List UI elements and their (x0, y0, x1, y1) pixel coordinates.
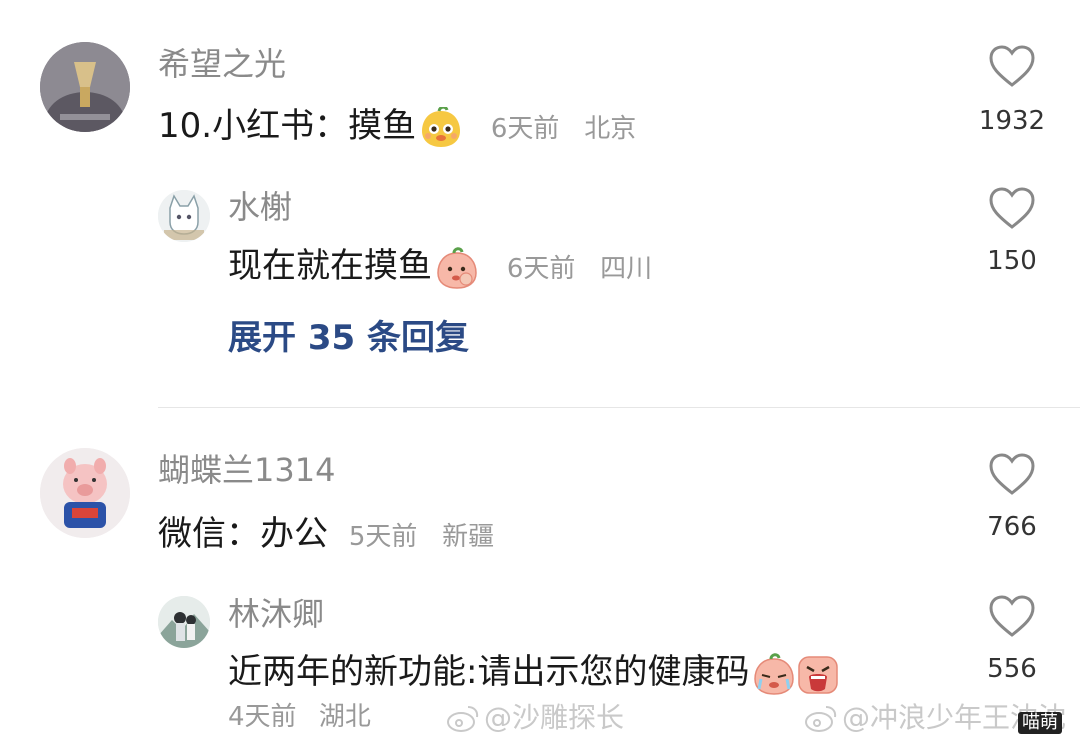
comment-username[interactable]: 希望之光 (158, 44, 286, 84)
divider (158, 407, 1080, 408)
reply-text-body: 近两年的新功能:请出示您的健康码 (228, 652, 750, 692)
reply-text-body: 现在就在摸鱼 (228, 246, 432, 286)
comment-text-body: 微信：办公 (158, 514, 328, 554)
site-watermark: 喵萌 (1018, 712, 1062, 734)
reply-text: 近两年的新功能:请出示您的健康码 (228, 650, 839, 695)
comment-text-body: 10.小红书：摸鱼 (158, 106, 417, 146)
reply-location: 四川 (600, 254, 653, 284)
like-button[interactable]: 766 (962, 452, 1062, 552)
weibo-logo-icon (804, 702, 838, 736)
reply-text: 现在就在摸鱼 6天前 四川 (228, 244, 652, 289)
reply-avatar[interactable] (158, 596, 210, 648)
comment-text: 微信：办公 5天前 新疆 (158, 512, 494, 556)
reply-like-button[interactable]: 556 (962, 594, 1062, 694)
heart-icon (989, 595, 1035, 637)
watermark: @沙雕探长 (446, 700, 624, 736)
heart-icon (989, 187, 1035, 229)
comment-time: 5天前 (348, 522, 418, 552)
reply-location: 湖北 (318, 702, 371, 732)
reply-time: 4天前 (228, 702, 297, 732)
reply-username[interactable]: 水榭 (228, 187, 292, 227)
peach-thinking-emoji-icon (436, 246, 478, 289)
expand-replies-link[interactable]: 展开 35 条回复 (228, 316, 469, 360)
reply-like-count: 150 (987, 246, 1037, 276)
yellow-face-emoji-icon (420, 105, 462, 149)
heart-icon (989, 453, 1035, 495)
reply-meta: 4天前 湖北 (228, 700, 371, 734)
comment-location: 新疆 (442, 522, 495, 552)
peach-shouting-emoji-icon (797, 653, 839, 695)
peach-crying-emoji-icon (753, 652, 795, 695)
like-button[interactable]: 1932 (962, 44, 1062, 144)
reply-time: 6天前 (506, 254, 576, 284)
avatar[interactable] (40, 448, 130, 538)
like-count: 766 (987, 512, 1037, 542)
comment-location: 北京 (584, 114, 637, 144)
comment-time: 6天前 (490, 114, 560, 144)
watermark-text: @沙雕探长 (484, 701, 625, 734)
reply-like-count: 556 (987, 654, 1037, 684)
avatar[interactable] (40, 42, 130, 132)
reply-avatar[interactable] (158, 190, 210, 242)
heart-icon (989, 45, 1035, 87)
comment-text: 10.小红书：摸鱼 6天前 北京 (158, 104, 636, 149)
reply-username[interactable]: 林沐卿 (228, 594, 324, 634)
site-watermark-text: 喵萌 (1022, 712, 1058, 733)
reply-like-button[interactable]: 150 (962, 186, 1062, 286)
weibo-logo-icon (446, 702, 480, 736)
comment-username[interactable]: 蝴蝶兰1314 (158, 450, 335, 490)
like-count: 1932 (978, 106, 1046, 136)
